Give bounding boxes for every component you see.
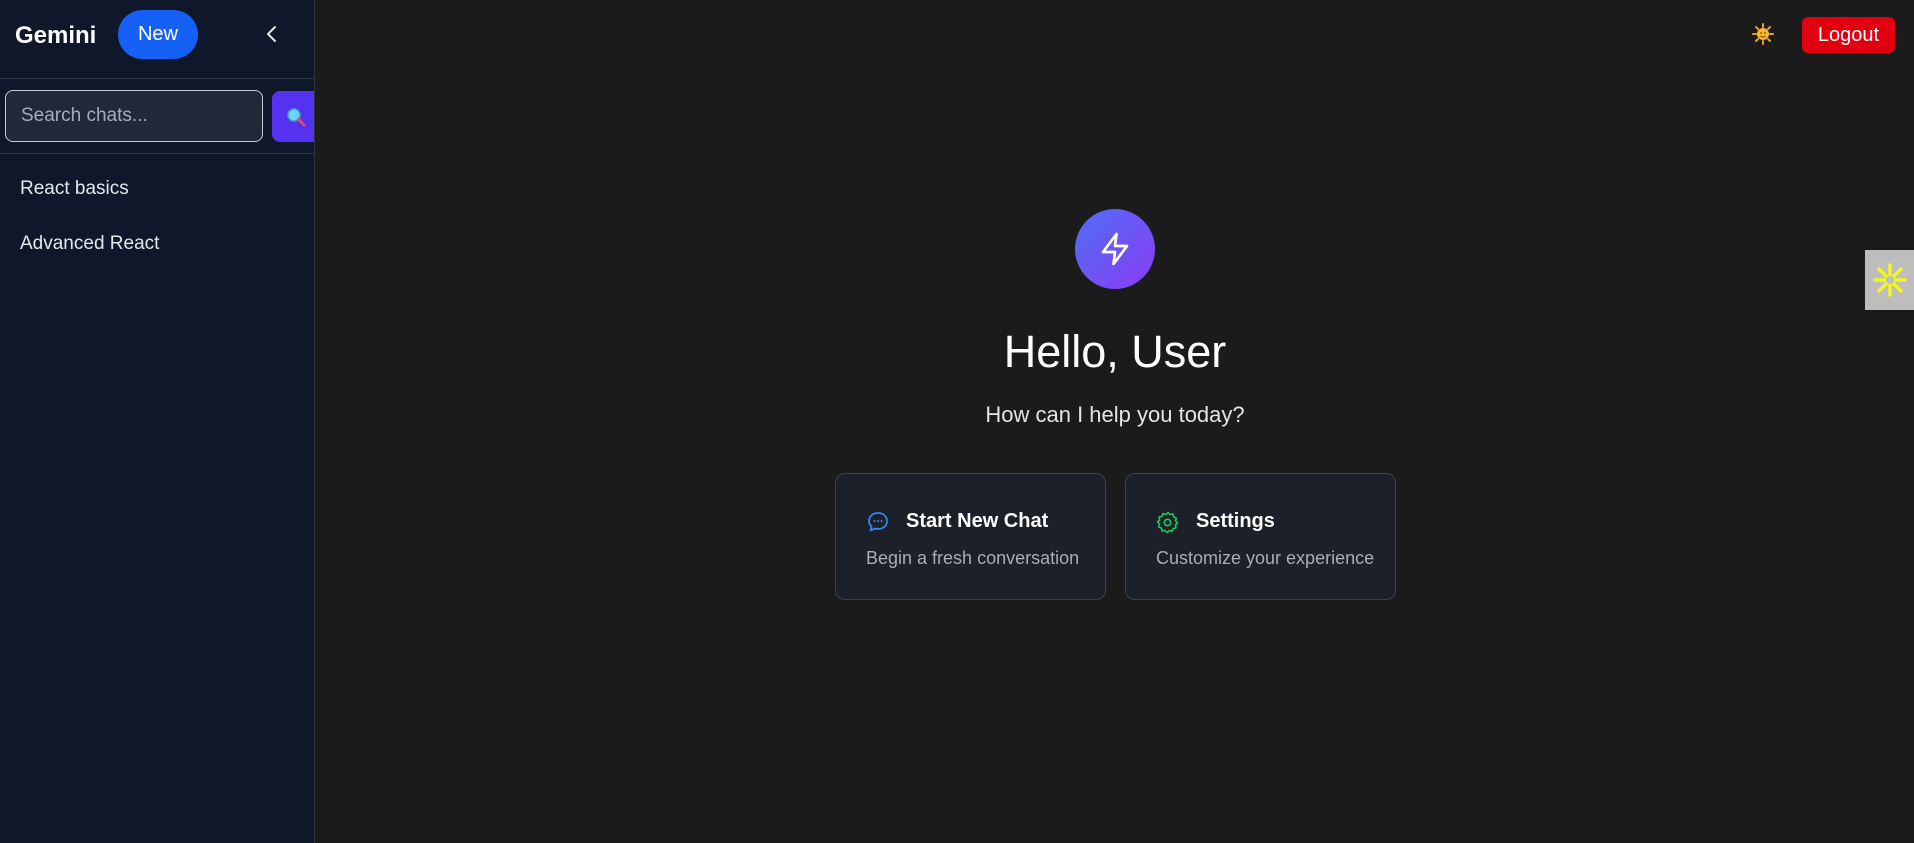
card-description: Customize your experience: [1156, 548, 1375, 568]
greeting-subtitle: How can I help you today?: [985, 402, 1245, 427]
card-title: Start New Chat: [906, 510, 1049, 532]
sidebar-header: Gemini New: [0, 0, 314, 79]
chat-history-list: React basics Advanced React: [0, 165, 314, 275]
app-title: Gemini: [15, 22, 97, 49]
gear-icon: [1156, 510, 1180, 534]
sidebar: Gemini New React basics Advanced React: [0, 0, 315, 843]
greeting-heading: Hello, User: [1003, 326, 1227, 377]
lightning-icon: [1101, 232, 1129, 266]
search-button[interactable]: [272, 91, 314, 142]
chat-item-advanced-react[interactable]: Advanced React: [0, 220, 314, 275]
new-chat-button[interactable]: New: [118, 10, 198, 59]
app-logo: [1075, 209, 1155, 289]
chat-item-react-basics[interactable]: React basics: [0, 165, 314, 220]
theme-toggle-sun-icon[interactable]: [1751, 22, 1775, 46]
collapse-sidebar-button[interactable]: [258, 20, 286, 48]
search-input[interactable]: [5, 90, 263, 142]
chevron-left-icon: [267, 26, 276, 42]
floating-widget-button[interactable]: [1865, 250, 1914, 310]
sparkle-icon: [1872, 263, 1907, 297]
card-description: Begin a fresh conversation: [866, 548, 1080, 568]
chat-bubble-icon: [866, 510, 890, 534]
card-title: Settings: [1196, 510, 1275, 532]
start-new-chat-card[interactable]: Start New Chat Begin a fresh conversatio…: [835, 473, 1106, 600]
search-icon: [287, 107, 306, 126]
search-area: [0, 79, 314, 154]
logout-button[interactable]: Logout: [1802, 17, 1895, 53]
app-root: Gemini New React basics Advanced React: [0, 0, 1914, 843]
settings-card[interactable]: Settings Customize your experience: [1125, 473, 1396, 600]
